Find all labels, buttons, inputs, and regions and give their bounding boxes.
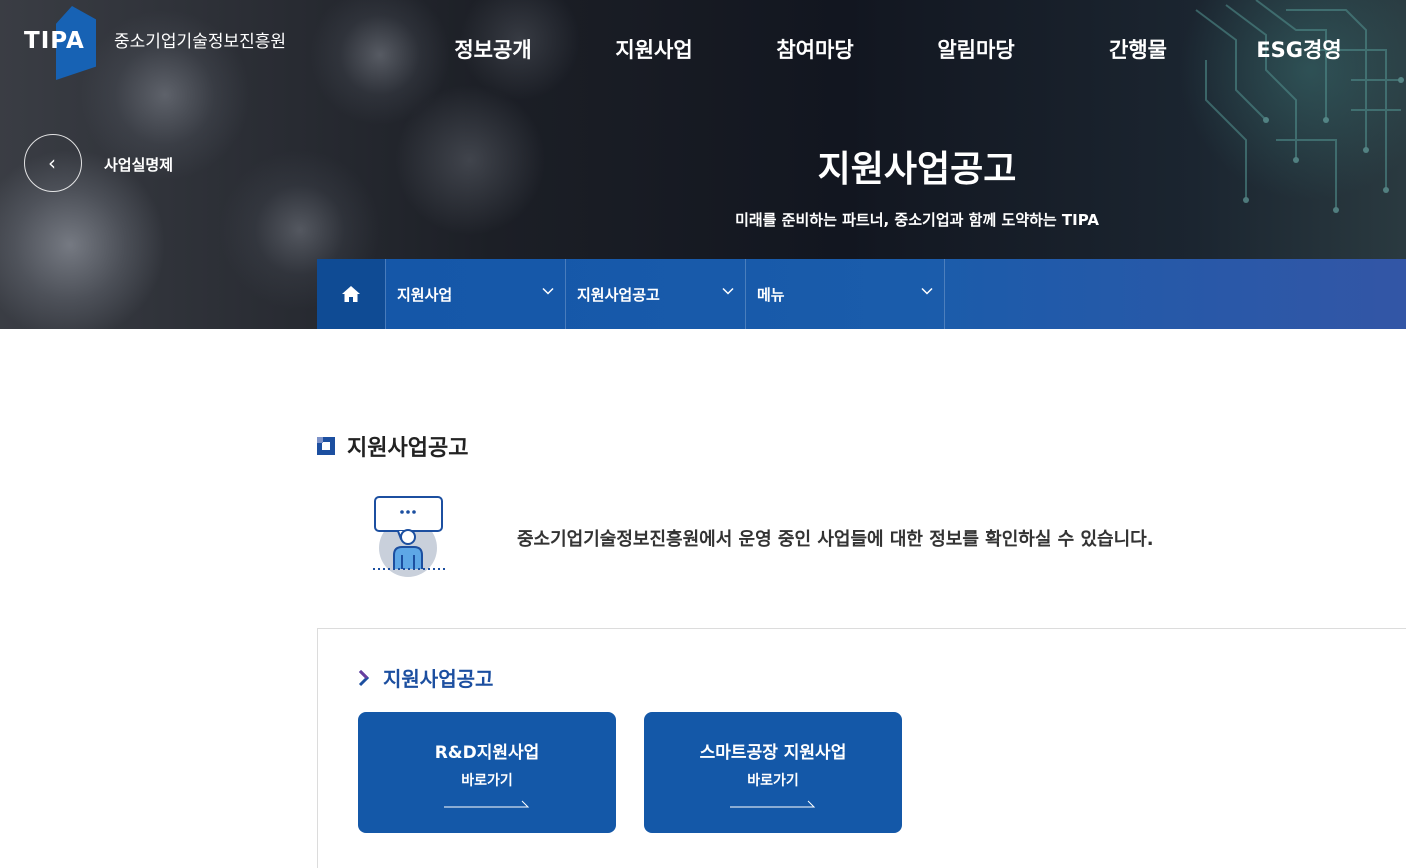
main-navigation: 정보공개 지원사업 참여마당 알림마당 간행물 ESG경영 — [0, 34, 1406, 68]
chevron-down-icon — [921, 287, 933, 295]
home-icon — [342, 286, 360, 302]
nav-item-support-projects[interactable]: 지원사업 — [615, 34, 692, 64]
nav-item-info-disclosure[interactable]: 정보공개 — [454, 34, 531, 64]
location-label: 지원사업 — [397, 286, 453, 304]
nav-item-participation[interactable]: 참여마당 — [776, 34, 853, 64]
back-button[interactable]: ‹ — [24, 134, 82, 192]
page-title: 지원사업공고 — [817, 149, 1017, 190]
home-button[interactable] — [317, 259, 385, 329]
location-dropdown-2[interactable]: 지원사업공고 — [565, 259, 745, 329]
card-rnd-support[interactable]: R&D지원사업 바로가기 — [358, 712, 616, 833]
card-shortcut-label: 바로가기 — [747, 773, 799, 789]
nav-item-publications[interactable]: 간행물 — [1109, 34, 1167, 64]
location-dropdown-3[interactable]: 메뉴 — [745, 259, 945, 329]
arrow-line-icon — [730, 800, 816, 808]
card-title: R&D지원사업 — [434, 743, 540, 763]
location-label: 지원사업공고 — [577, 286, 660, 304]
nav-item-notices[interactable]: 알림마당 — [937, 34, 1014, 64]
card-title: 스마트공장 지원사업 — [699, 743, 847, 763]
location-dropdown-1[interactable]: 지원사업 — [385, 259, 565, 329]
page-subtitle: 미래를 준비하는 파트너, 중소기업과 함께 도약하는 TIPA — [735, 211, 1099, 229]
chevron-right-icon — [358, 669, 370, 686]
sub-section-title: 지원사업공고 — [357, 663, 493, 692]
nav-item-esg[interactable]: ESG경영 — [1256, 34, 1341, 64]
section-heading: 지원사업공고 — [347, 436, 469, 461]
chevron-left-icon: ‹ — [48, 151, 56, 175]
intro-description: 중소기업기술정보진흥원에서 운영 중인 사업들에 대한 정보를 확인하실 수 있… — [517, 529, 1154, 550]
hero-banner: TIPA 중소기업기술정보진흥원 정보공개 지원사업 참여마당 알림마당 간행물… — [0, 0, 1406, 329]
chevron-down-icon — [542, 287, 554, 295]
card-smart-factory-support[interactable]: 스마트공장 지원사업 바로가기 — [644, 712, 902, 833]
circuit-decoration — [1195, 0, 1404, 213]
section-bullet-icon — [317, 437, 335, 455]
location-label: 메뉴 — [757, 286, 785, 304]
sub-section-heading: 지원사업공고 — [383, 667, 494, 691]
chevron-down-icon — [722, 287, 734, 295]
person-speech-bubble-icon — [373, 496, 445, 577]
back-label[interactable]: 사업실명제 — [104, 154, 173, 175]
card-shortcut-label: 바로가기 — [461, 773, 513, 789]
location-bar: 지원사업 지원사업공고 메뉴 — [317, 259, 1406, 329]
arrow-line-icon — [444, 800, 530, 808]
section-title: 지원사업공고 — [317, 430, 468, 462]
